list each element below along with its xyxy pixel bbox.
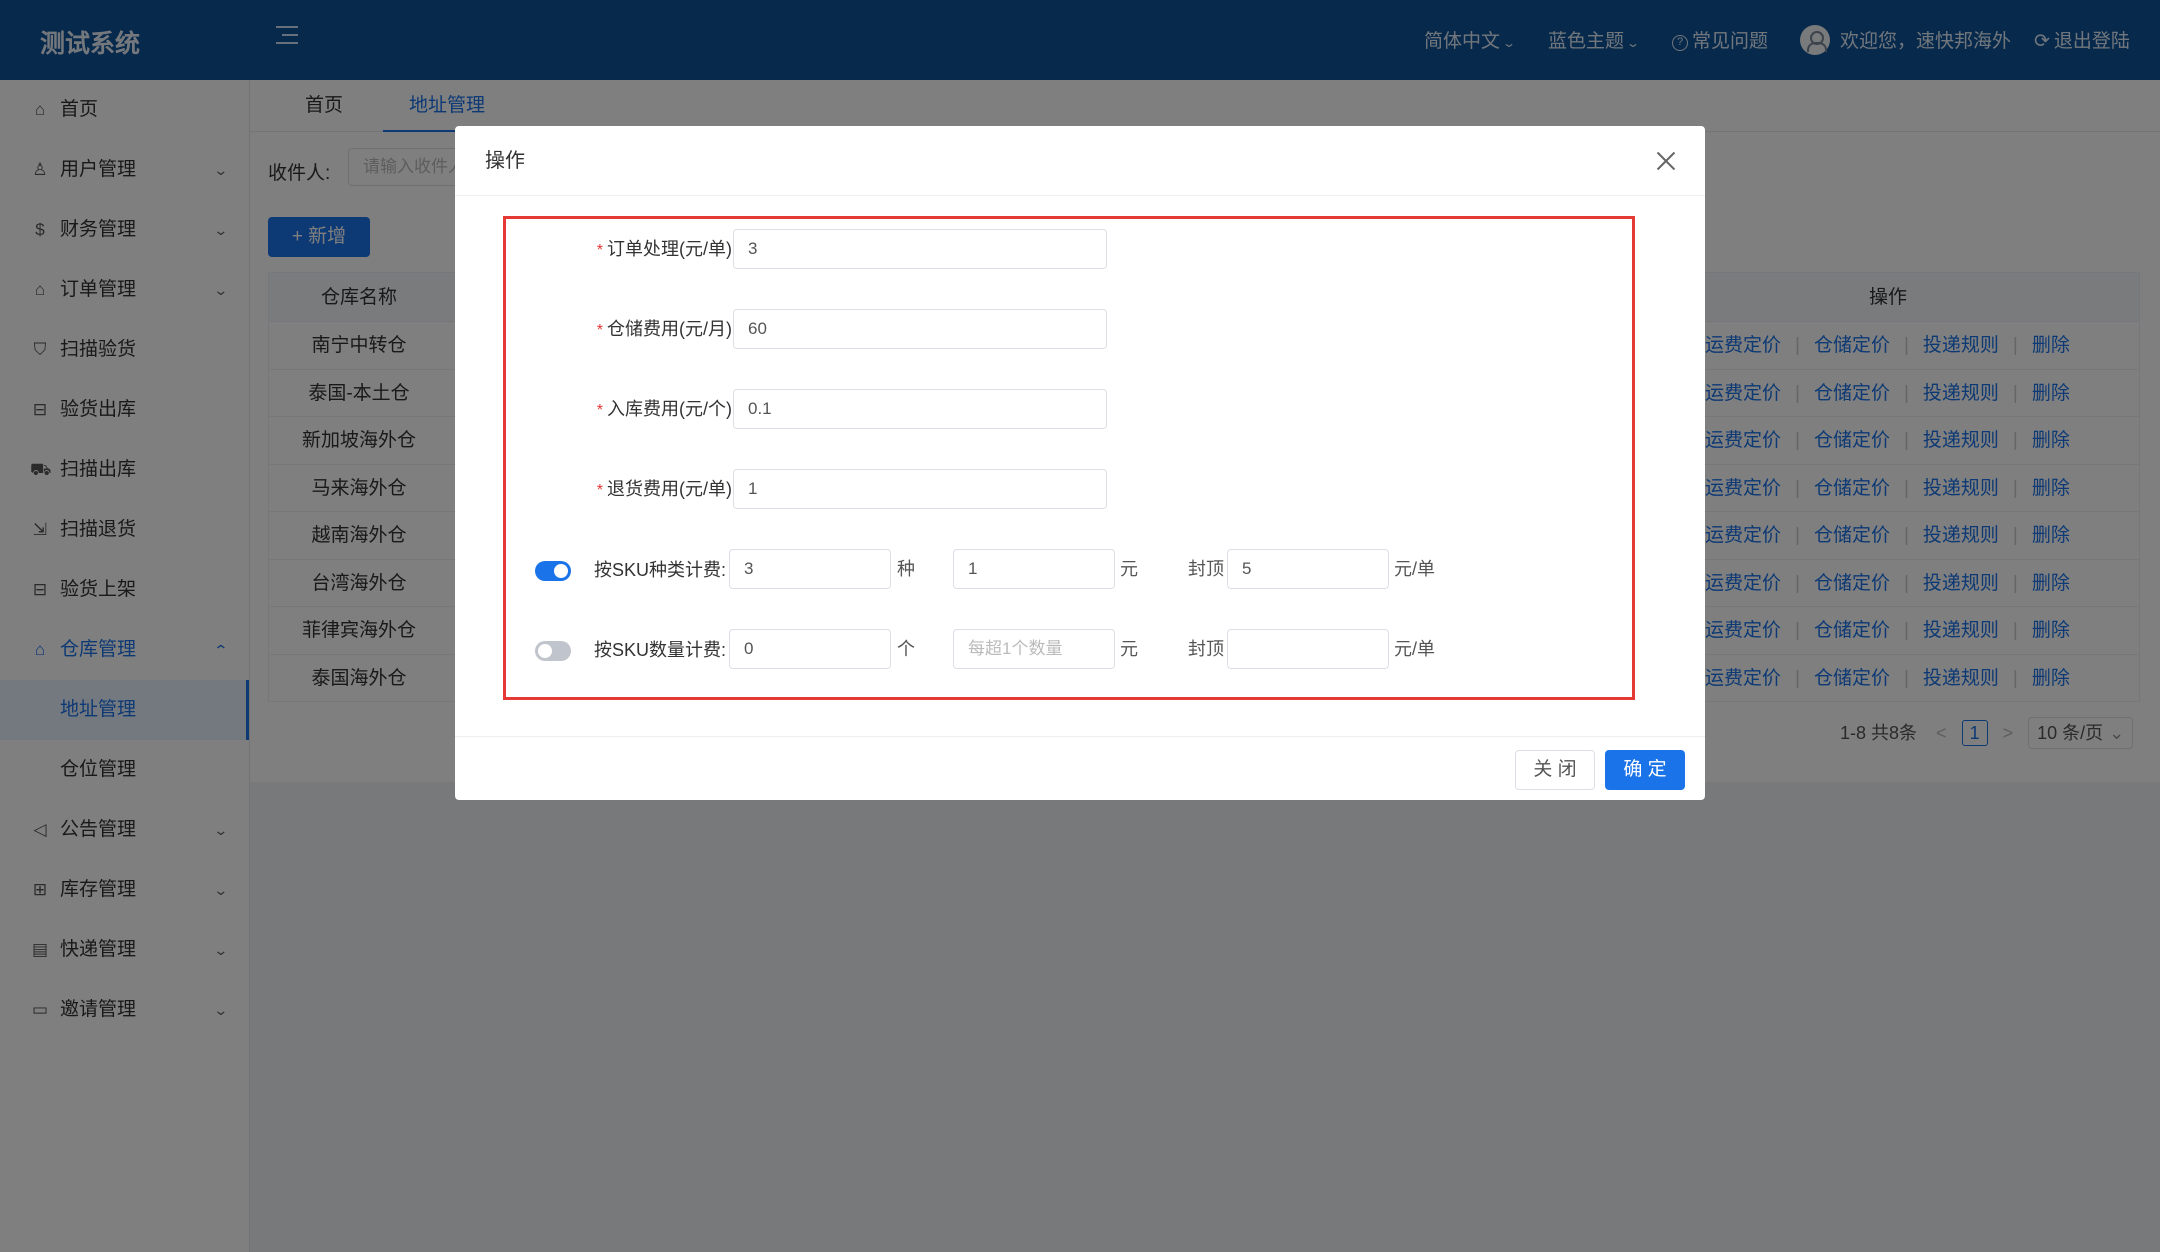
return-fee-label: * 退货费用(元/单):	[597, 470, 737, 510]
dialog-title: 操作	[485, 150, 525, 172]
confirm-button[interactable]: 确 定	[1605, 750, 1685, 790]
sku-type-price-input[interactable]	[953, 549, 1115, 589]
order-handling-label-text: 订单处理(元/单):	[607, 239, 737, 259]
required-mark: *	[596, 242, 603, 259]
sku-qty-cap-unit: 元/单	[1394, 639, 1436, 659]
sku-qty-price-input[interactable]	[953, 629, 1115, 669]
sku-qty-count-input[interactable]	[729, 629, 891, 669]
storage-fee-label: * 仓储费用(元/月):	[597, 310, 737, 350]
sku-type-cap-label: 封顶	[1188, 559, 1224, 579]
sku-qty-price-unit: 元	[1120, 639, 1138, 659]
toggle-knob	[538, 644, 552, 658]
required-mark: *	[596, 482, 603, 499]
storage-fee-input[interactable]	[733, 309, 1107, 349]
sku-qty-label: 按SKU数量计费:	[594, 640, 727, 660]
sku-type-price-unit: 元	[1120, 559, 1138, 579]
required-mark: *	[596, 402, 603, 419]
toggle-knob	[554, 564, 568, 578]
order-handling-label: * 订单处理(元/单):	[597, 230, 737, 270]
storage-fee-label-text: 仓储费用(元/月):	[607, 319, 737, 339]
sku-qty-cap-label: 封顶	[1188, 639, 1224, 659]
sku-type-count-input[interactable]	[729, 549, 891, 589]
sku-qty-count-unit: 个	[897, 639, 915, 659]
close-button[interactable]: 关 闭	[1515, 750, 1595, 790]
sku-type-cap-unit: 元/单	[1394, 559, 1436, 579]
required-mark: *	[596, 322, 603, 339]
highlight-frame	[503, 216, 1635, 700]
order-handling-input[interactable]	[733, 229, 1107, 269]
sku-type-toggle[interactable]	[535, 561, 571, 581]
return-fee-input[interactable]	[733, 469, 1107, 509]
sku-type-label: 按SKU种类计费:	[594, 560, 727, 580]
sku-qty-cap-input[interactable]	[1227, 629, 1389, 669]
inbound-fee-label: * 入库费用(元/个):	[597, 390, 737, 430]
return-fee-label-text: 退货费用(元/单):	[607, 479, 737, 499]
sku-type-count-unit: 种	[897, 559, 915, 579]
inbound-fee-label-text: 入库费用(元/个):	[607, 399, 737, 419]
sku-qty-toggle[interactable]	[535, 641, 571, 661]
operation-dialog: 操作 *订单处理(元/单): *仓储费用(元/月): *入库费用(元/个): *…	[455, 126, 1705, 800]
inbound-fee-input[interactable]	[733, 389, 1107, 429]
sku-type-cap-input[interactable]	[1227, 549, 1389, 589]
dialog-header: 操作	[455, 126, 1705, 196]
close-icon[interactable]	[1655, 150, 1677, 172]
